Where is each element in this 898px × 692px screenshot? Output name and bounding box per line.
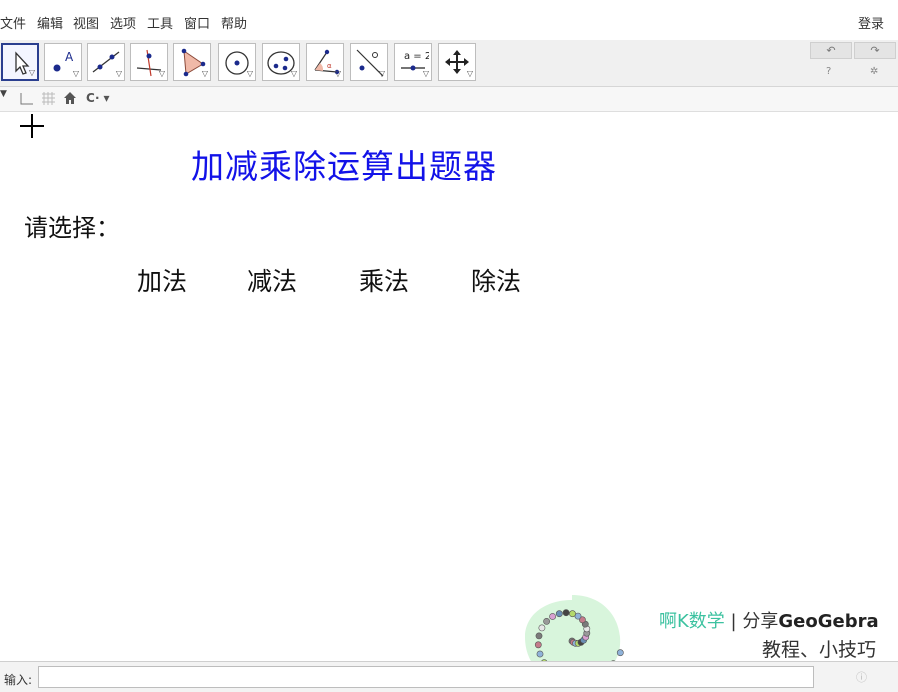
move-graphics-tool[interactable]: ▽ — [438, 43, 476, 81]
svg-text:α: α — [327, 62, 332, 70]
input-field[interactable] — [38, 666, 814, 688]
perpendicular-tool[interactable]: ▽ — [130, 43, 168, 81]
watermark-separator: | — [730, 611, 737, 632]
watermark-geogebra: GeoGebra — [778, 611, 879, 632]
slider-label: a = 2 — [404, 51, 429, 62]
logo-dot — [549, 613, 556, 620]
home-icon[interactable] — [63, 91, 77, 108]
menu-file[interactable]: 文件 — [0, 13, 26, 32]
input-label: 输入: — [4, 673, 33, 687]
redo-icon: ↷ — [870, 44, 880, 57]
multiply-button[interactable]: 乘法 — [359, 262, 409, 298]
menu-help[interactable]: 帮助 — [221, 13, 247, 32]
add-button[interactable]: 加法 — [137, 262, 187, 298]
menu-tools[interactable]: 工具 — [147, 13, 173, 32]
logo-dot — [616, 649, 624, 657]
point-capture-button[interactable]: C∙ ▾ — [86, 91, 110, 105]
page-title: 加减乘除运算出题器 — [191, 147, 497, 186]
logo-dot — [536, 650, 544, 658]
logo-dot — [538, 624, 546, 632]
help-icon[interactable]: ? — [826, 66, 831, 77]
prompt-text: 请选择： — [24, 214, 120, 242]
logo-dot — [543, 618, 550, 625]
subtract-button[interactable]: 减法 — [247, 262, 297, 298]
logo-dot — [569, 610, 576, 618]
login-button[interactable]: 登录 — [858, 13, 884, 32]
angle-tool[interactable]: α ▽ — [306, 43, 344, 81]
watermark-line1: 啊K数学 | 分享GeoGebra — [659, 607, 879, 633]
undo-button[interactable]: ↶ — [810, 42, 852, 59]
point-capture-label: C — [86, 91, 95, 105]
circle-tool[interactable]: ▽ — [218, 43, 256, 81]
slider-tool[interactable]: a = 2 ▽ — [394, 43, 432, 81]
watermark-share: 分享 — [742, 611, 779, 632]
input-help-icon[interactable]: ⓘ — [856, 669, 867, 685]
reflect-tool[interactable]: ▽ — [350, 43, 388, 81]
input-bar: 输入: ⓘ — [0, 661, 898, 692]
logo-dot — [562, 609, 570, 617]
menu-bar: 文件 编辑 视图 选项 工具 窗口 帮助 登录 — [0, 0, 898, 41]
gear-icon[interactable]: ✲ — [870, 66, 878, 77]
watermark-subtitle: 教程、小技巧 — [762, 639, 877, 661]
menu-window[interactable]: 窗口 — [184, 13, 210, 32]
redo-button[interactable]: ↷ — [854, 42, 896, 59]
logo-dot — [535, 632, 543, 640]
watermark-brand: 啊K数学 — [659, 611, 725, 632]
triangle-menu-icon[interactable]: ▼ — [0, 89, 7, 99]
axes-icon[interactable] — [18, 91, 34, 110]
logo-dot — [534, 641, 542, 649]
toolbar: ▽ A ▽ ▽ ▽ ▽ ▽ ▽ α ▽ ▽ a = 2 ▽ ▽ ↶ ↷ ? ✲ — [0, 40, 898, 87]
line-tool[interactable]: ▽ — [87, 43, 125, 81]
crosshair-cursor — [20, 114, 44, 138]
divide-button[interactable]: 除法 — [471, 262, 521, 298]
style-bar: ▼ C∙ ▾ — [0, 87, 898, 112]
logo-dot — [555, 610, 563, 618]
polygon-tool[interactable]: ▽ — [173, 43, 211, 81]
point-tool[interactable]: A ▽ — [44, 43, 82, 81]
grid-icon[interactable] — [40, 91, 56, 110]
conic-tool[interactable]: ▽ — [262, 43, 300, 81]
move-tool[interactable]: ▽ — [1, 43, 39, 81]
undo-icon: ↶ — [826, 44, 836, 57]
menu-view[interactable]: 视图 — [73, 13, 99, 32]
svg-text:A: A — [65, 50, 74, 64]
graphics-view[interactable]: 加减乘除运算出题器 请选择： 加法 减法 乘法 除法 — [0, 112, 898, 660]
menu-edit[interactable]: 编辑 — [37, 13, 63, 32]
menu-options[interactable]: 选项 — [110, 13, 136, 32]
